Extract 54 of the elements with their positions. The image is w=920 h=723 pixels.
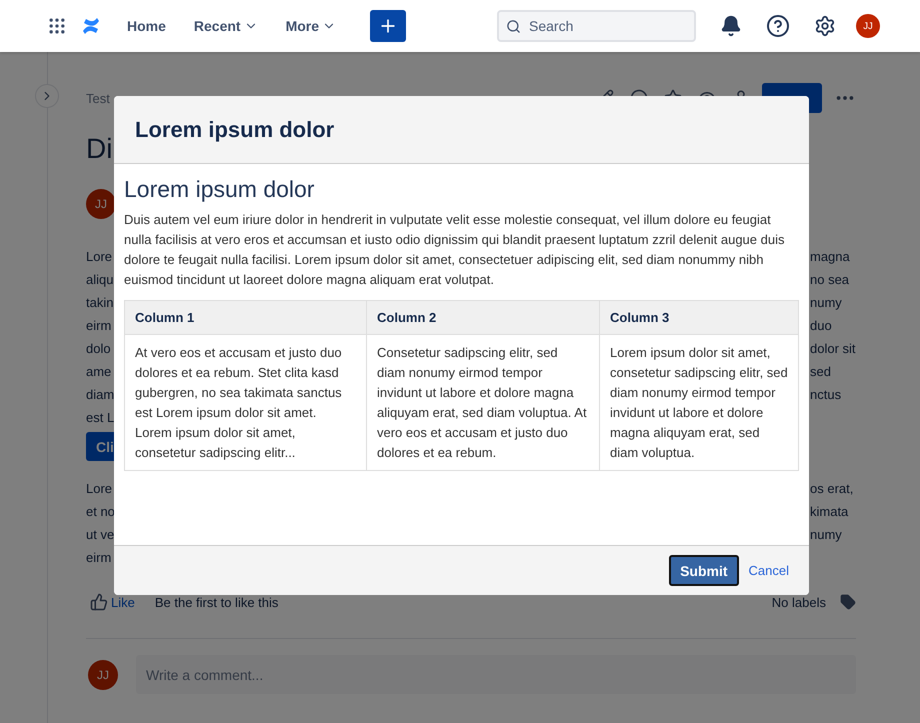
create-button[interactable] xyxy=(370,10,406,42)
nav-menu[interactable]: More xyxy=(278,12,344,40)
column-header: Column 2 xyxy=(366,300,600,334)
paragraph-fragment: aliqu xyxy=(86,271,114,289)
paragraph-fragment: diam xyxy=(86,386,114,404)
paragraph-fragment: no sea xyxy=(810,271,850,289)
tag-icon[interactable] xyxy=(840,594,856,610)
paragraph-fragment: numy xyxy=(810,526,842,544)
paragraph-fragment: ut ve xyxy=(86,526,114,544)
paragraph-fragment: ame xyxy=(86,363,112,381)
like-button[interactable]: Like xyxy=(86,593,135,611)
dialog-heading: Lorem ipsum dolor xyxy=(124,175,316,204)
cancel-link[interactable]: Cancel xyxy=(748,563,789,578)
paragraph-fragment: eirm xyxy=(86,549,112,567)
thumbs-up-icon xyxy=(90,593,108,611)
dialog-title: Lorem ipsum dolor xyxy=(135,116,334,142)
dialog-text: Duis autem vel eum iriure dolor in hendrerit in vulputate velit esse molestie consequat, vel illum dolore eu feugiat nulla facilisis at vero eros et accumsan et iusto odio dignissim qui blandit praesent luptatum zzril delenit augue duis dolore te feugait nulla facilisi. Lorem ipsum dolor sit amet, consectetuer adipiscing elit, sed diam nonummy nibh euismod tincidunt ut laoreet dolore magna aliquam erat volutpat. xyxy=(124,211,786,289)
bell-icon[interactable] xyxy=(720,15,742,37)
settings-icon[interactable] xyxy=(814,15,836,37)
labels-text: No labels xyxy=(772,594,826,610)
paragraph-fragment: os erat, xyxy=(810,480,854,498)
paragraph-fragment: takin xyxy=(86,294,114,312)
submit-button[interactable]: Submit xyxy=(669,555,739,586)
paragraph-fragment: dolor sit xyxy=(810,340,856,358)
logo-icon[interactable] xyxy=(81,16,101,36)
paragraph-fragment: magna xyxy=(810,248,850,266)
nav-menu[interactable]: Recent xyxy=(186,12,266,40)
table-cell: Lorem ipsum dolor sit amet, consetetur sadipscing elitr, sed diam nonumy eirmod tempor invidunt ut labore et dolore magna aliquyam erat, sed diam voluptua. xyxy=(600,334,798,470)
paragraph-fragment: nctus xyxy=(810,386,842,404)
paragraph-fragment: dolo xyxy=(86,340,111,358)
paragraph-fragment: eirm xyxy=(86,317,112,335)
page-title: Di xyxy=(86,132,112,166)
paragraph-fragment: Lore xyxy=(86,248,112,266)
column-header: Column 1 xyxy=(124,300,366,334)
nav-menu[interactable]: Home xyxy=(119,12,174,40)
comment-field[interactable]: Write a comment... xyxy=(136,655,856,694)
table-cell: At vero eos et accusam et justo duo dolores et ea rebum. Stet clita kasd gubergren, no sea takimata sanctus est Lorem ipsum dolor sit amet. Lorem ipsum dolor sit amet, consetetur sadipscing elitr... xyxy=(124,334,366,470)
user-avatar[interactable]: JJ xyxy=(856,14,880,38)
search-icon xyxy=(506,19,521,34)
paragraph-fragment: et no xyxy=(86,503,115,521)
paragraph-fragment: duo xyxy=(810,317,832,335)
paragraph-fragment: kimata xyxy=(810,503,848,521)
author-avatar: JJ xyxy=(86,189,116,219)
like-note: Be the first to like this xyxy=(154,594,278,610)
paragraph-fragment: Lore xyxy=(86,480,112,498)
table-cell: Consetetur sadipscing elitr, sed diam nonumy eirmod tempor invidunt ut labore et dolore magna aliquyam erat, sed diam voluptua. At vero eos et accusam et justo duo dolores et ea rebum. xyxy=(366,334,600,470)
search-field[interactable]: Search xyxy=(497,10,696,42)
paragraph-fragment: est L xyxy=(86,409,114,427)
app-switcher-icon[interactable] xyxy=(47,16,67,36)
commenter-avatar: JJ xyxy=(88,660,118,690)
paragraph-fragment: sed xyxy=(810,363,831,381)
paragraph-fragment: numy xyxy=(810,294,842,312)
help-icon[interactable] xyxy=(766,14,790,38)
column-header: Column 3 xyxy=(600,300,798,334)
